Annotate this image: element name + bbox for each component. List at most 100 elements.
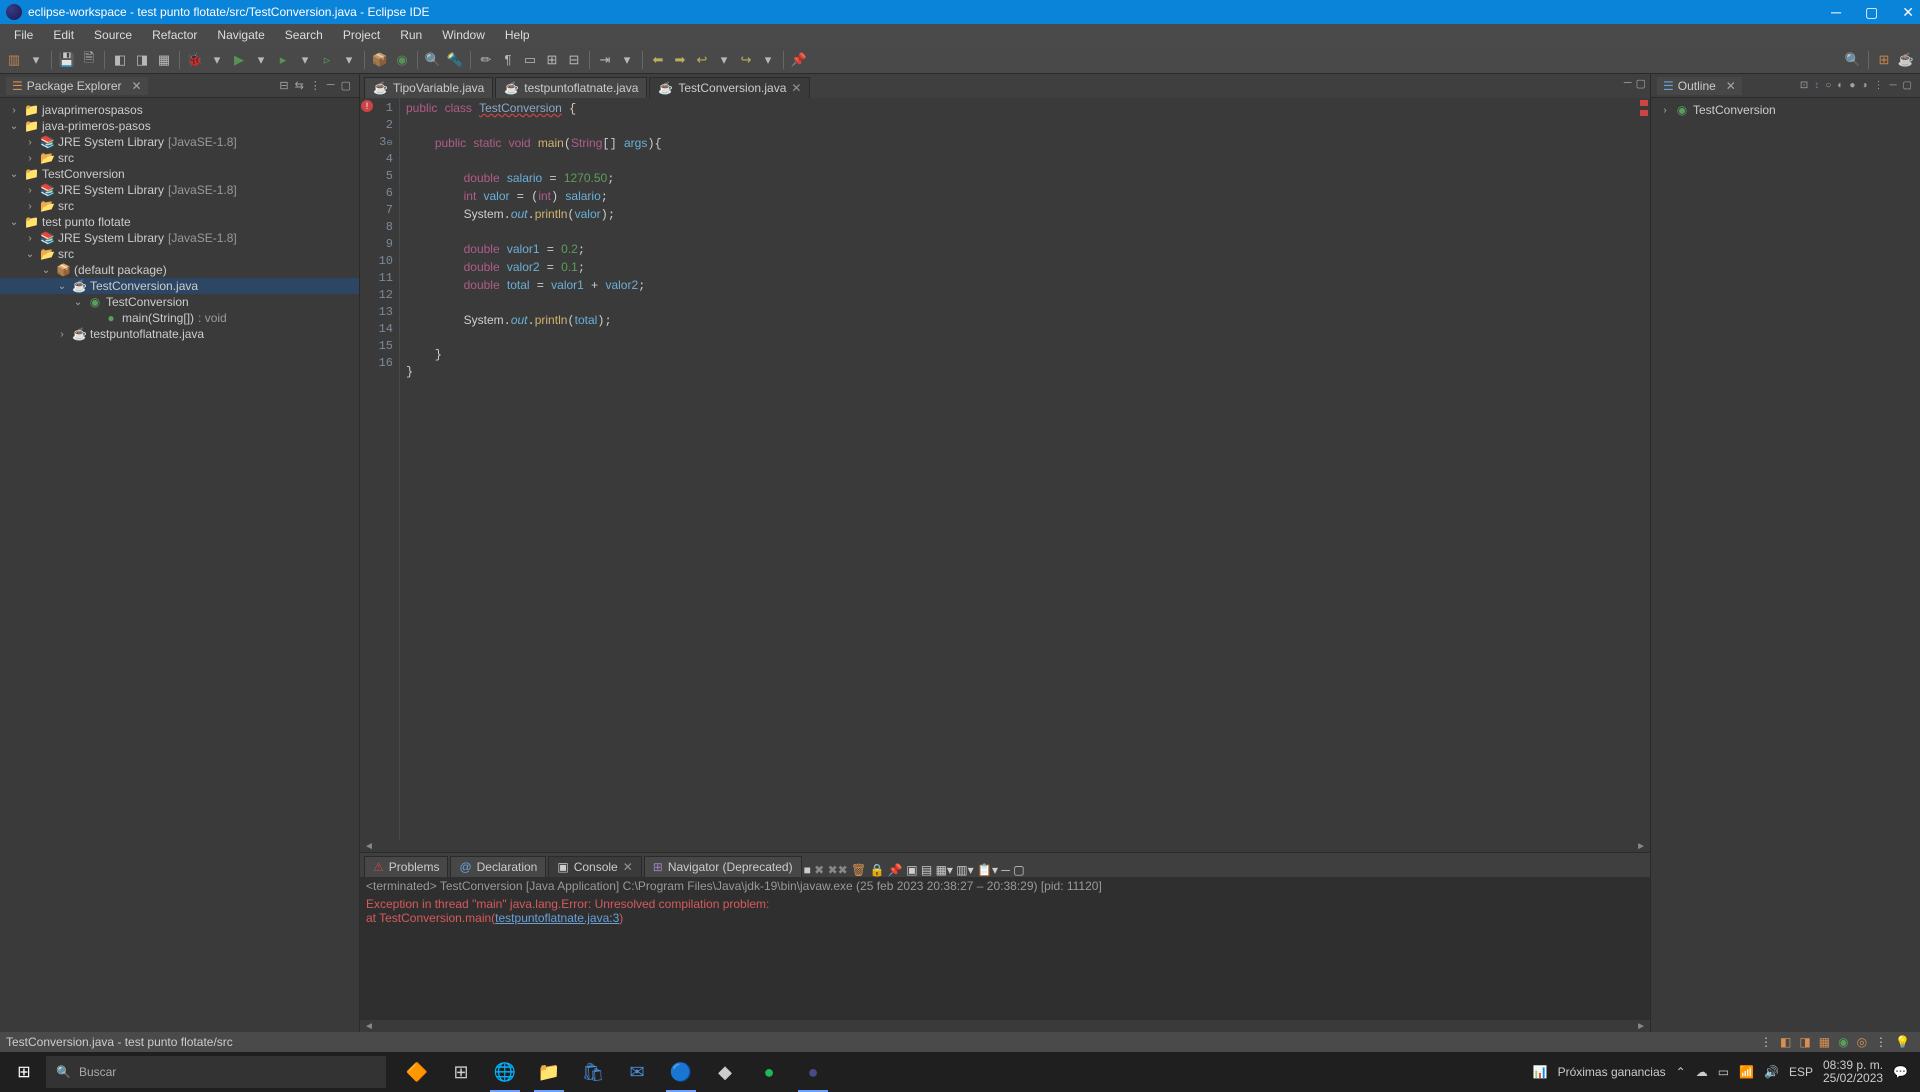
menu-file[interactable]: File	[6, 26, 41, 44]
overview-ruler[interactable]	[1636, 98, 1650, 840]
weather-icon[interactable]: 📊	[1533, 1065, 1548, 1079]
error-marker[interactable]	[1640, 100, 1648, 106]
toggle-annot-button[interactable]: ⊟	[564, 50, 584, 70]
language-indicator[interactable]: ESP	[1789, 1065, 1813, 1079]
toggle-button-1[interactable]: ◧	[110, 50, 130, 70]
terminate-button[interactable]: ■	[804, 863, 811, 877]
next-annot-button[interactable]: ⇥	[595, 50, 615, 70]
weather-text[interactable]: Próximas ganancias	[1558, 1065, 1666, 1079]
run-button[interactable]: ▶	[229, 50, 249, 70]
wifi-icon[interactable]: 📶	[1739, 1065, 1754, 1079]
close-icon[interactable]: ✕	[131, 79, 141, 93]
editor-tab-active[interactable]: ☕TestConversion.java✕	[649, 77, 810, 98]
line-gutter[interactable]: 1 2 3⊖ 4 5 6 7 8 9 10 11 12 13 14 15 16	[372, 98, 400, 840]
sort-button[interactable]: ↕	[1812, 80, 1821, 91]
debug-button[interactable]: 🐞	[185, 50, 205, 70]
remove-launch-button[interactable]: ✖	[814, 863, 824, 877]
project-tree[interactable]: ›📁javaprimerospasos ⌄📁java-primeros-paso…	[0, 98, 359, 1032]
hide-static-button[interactable]: ◐	[1835, 80, 1845, 91]
console-output[interactable]: Exception in thread "main" java.lang.Err…	[360, 895, 1650, 1020]
maximize-editor-button[interactable]: ▢	[1636, 77, 1646, 90]
toggle-ws-button[interactable]: ¶	[498, 50, 518, 70]
error-marker[interactable]	[1640, 110, 1648, 116]
hide-fields-button[interactable]: ○	[1823, 80, 1833, 91]
onedrive-icon[interactable]: ☁	[1696, 1065, 1708, 1079]
tree-project[interactable]: ⌄📁test punto flotate	[0, 214, 359, 230]
taskbar-app-mail[interactable]: ✉	[616, 1052, 658, 1092]
editor-tab[interactable]: ☕testpuntoflatnate.java	[495, 77, 647, 98]
tree-library[interactable]: ›📚JRE System Library [JavaSE-1.8]	[0, 182, 359, 198]
minimize-view-button[interactable]: ─	[1887, 80, 1898, 91]
status-btn-2[interactable]: ◨	[1795, 1035, 1814, 1049]
debug-dropdown[interactable]: ▾	[207, 50, 227, 70]
start-button[interactable]: ⊞	[4, 1056, 44, 1088]
tree-src[interactable]: ›📂src	[0, 150, 359, 166]
coverage-dropdown[interactable]: ▾	[295, 50, 315, 70]
tray-chevron[interactable]: ⌃	[1676, 1065, 1686, 1079]
toggle-button-3[interactable]: ▦	[154, 50, 174, 70]
new-console-button[interactable]: ▥	[956, 863, 967, 877]
console-tab[interactable]: ▣Console✕	[548, 856, 641, 877]
code-area[interactable]: public class TestConversion { public sta…	[400, 98, 1650, 840]
menu-run[interactable]: Run	[392, 26, 430, 44]
maximize-view-button[interactable]: ▢	[339, 79, 353, 92]
tree-library[interactable]: ›📚JRE System Library [JavaSE-1.8]	[0, 134, 359, 150]
pin-button[interactable]: 📌	[789, 50, 809, 70]
close-button[interactable]: ✕	[1902, 4, 1914, 21]
taskbar-app-eclipse[interactable]: ●	[792, 1052, 834, 1092]
taskbar-app-store[interactable]: 🛍	[572, 1052, 614, 1092]
taskbar-app-copilot[interactable]: ◆	[704, 1052, 746, 1092]
volume-icon[interactable]: 🔊	[1764, 1065, 1779, 1079]
forward-hist-dropdown[interactable]: ▾	[758, 50, 778, 70]
java-perspective-button[interactable]: ☕	[1896, 50, 1916, 70]
console-menu-button[interactable]: 📋	[977, 863, 992, 877]
view-menu-button[interactable]: ⋮	[308, 79, 323, 92]
minimize-view-button[interactable]: ─	[325, 79, 337, 92]
dropdown-icon[interactable]: ▾	[968, 863, 974, 877]
stacktrace-link[interactable]: testpuntoflatnate.java:3	[495, 911, 619, 925]
taskbar-app-edge[interactable]: 🌐	[484, 1052, 526, 1092]
run-last-dropdown[interactable]: ▾	[339, 50, 359, 70]
dropdown-icon[interactable]: ▾	[992, 863, 998, 877]
editor-hscroll[interactable]: ◄►	[360, 840, 1650, 852]
pin-console-button[interactable]: 📌	[888, 863, 903, 877]
menu-window[interactable]: Window	[434, 26, 493, 44]
view-menu-button[interactable]: ⋮	[1871, 80, 1885, 91]
quick-access-button[interactable]: 🔍	[1843, 50, 1863, 70]
new-package-button[interactable]: 📦	[370, 50, 390, 70]
tree-project[interactable]: ⌄📁TestConversion	[0, 166, 359, 182]
clear-console-button[interactable]: 🗑	[851, 863, 866, 877]
scroll-lock-button[interactable]: 🔒	[870, 863, 885, 877]
forward-hist-button[interactable]: ↪	[736, 50, 756, 70]
status-btn-5[interactable]: ◎	[1853, 1035, 1871, 1049]
taskbar-app-spotify[interactable]: ●	[748, 1052, 790, 1092]
coverage-button[interactable]: ▸	[273, 50, 293, 70]
dropdown-icon[interactable]: ▾	[947, 863, 953, 877]
collapse-all-button[interactable]: ⊟	[277, 79, 290, 92]
toggle-block-button[interactable]: ▭	[520, 50, 540, 70]
toggle-word-button[interactable]: ⊞	[542, 50, 562, 70]
taskbar-app-taskview[interactable]: ⊞	[440, 1052, 482, 1092]
declaration-tab[interactable]: @Declaration	[450, 856, 546, 877]
open-console-button[interactable]: ▤	[921, 863, 932, 877]
outline-tree[interactable]: ›◉TestConversion	[1651, 98, 1920, 1032]
forward-button[interactable]: ➡	[670, 50, 690, 70]
maximize-button[interactable]: ▢	[1865, 4, 1878, 21]
status-btn-4[interactable]: ◉	[1834, 1035, 1852, 1049]
error-icon[interactable]: !	[361, 100, 373, 112]
tree-library[interactable]: ›📚JRE System Library [JavaSE-1.8]	[0, 230, 359, 246]
status-btn-3[interactable]: ▦	[1815, 1035, 1834, 1049]
open-type-button[interactable]: 🔍	[423, 50, 443, 70]
taskbar-app-chrome[interactable]: 🔵	[660, 1052, 702, 1092]
close-icon[interactable]: ✕	[791, 81, 801, 95]
taskbar-app-vlc[interactable]: 🔶	[396, 1052, 438, 1092]
problems-tab[interactable]: ⚠Problems	[364, 856, 448, 877]
menu-edit[interactable]: Edit	[45, 26, 82, 44]
close-icon[interactable]: ✕	[623, 860, 633, 874]
link-editor-button[interactable]: ⇆	[293, 79, 306, 92]
minimize-editor-button[interactable]: ─	[1624, 77, 1632, 90]
status-btn-1[interactable]: ◧	[1776, 1035, 1795, 1049]
taskbar-search[interactable]: 🔍 Buscar	[46, 1056, 386, 1088]
toggle-mark-button[interactable]: ✏	[476, 50, 496, 70]
tree-class[interactable]: ⌄◉TestConversion	[0, 294, 359, 310]
